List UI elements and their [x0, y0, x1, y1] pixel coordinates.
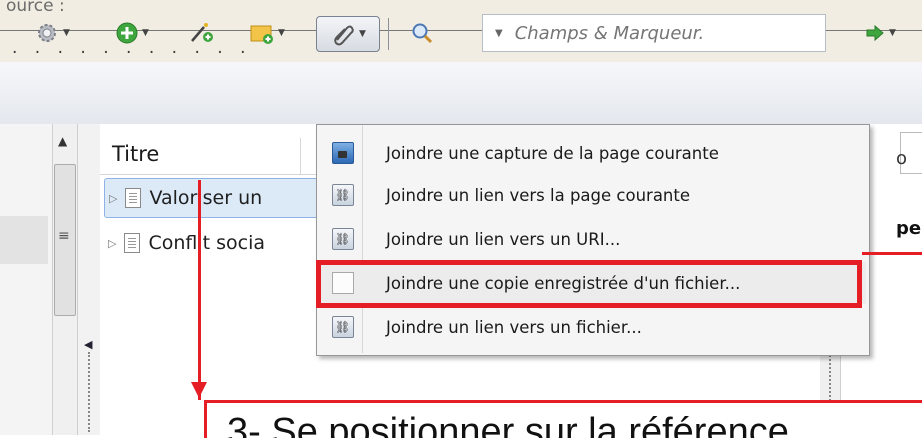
- magnifier-icon: [412, 23, 433, 44]
- search-box[interactable]: ▼: [482, 14, 826, 52]
- scroll-up-icon[interactable]: ▲: [58, 134, 67, 148]
- collapse-arrow-icon[interactable]: ◀: [84, 338, 92, 351]
- table-row[interactable]: ▷ Valoriser un: [104, 178, 326, 218]
- menu-item-link-page[interactable]: Joindre un lien vers la page courante: [318, 174, 866, 216]
- splitter-grip: [88, 352, 92, 432]
- folder-add-icon: [250, 25, 274, 44]
- annotation-line: [862, 252, 922, 255]
- magic-wand-icon: [191, 23, 213, 42]
- locate-button[interactable]: ▼: [850, 16, 910, 50]
- new-note-button[interactable]: [180, 16, 220, 50]
- arrow-down-icon: [191, 382, 207, 398]
- row-title: Valoriser un: [149, 187, 263, 209]
- gear-icon: [38, 24, 57, 42]
- menu-item-label: Joindre un lien vers un fichier...: [386, 317, 642, 337]
- menu-item-label: Joindre une capture de la page courante: [386, 143, 719, 163]
- column-title[interactable]: Titre: [112, 142, 159, 166]
- item-pane-text: o: [896, 148, 908, 169]
- link-icon: [332, 228, 354, 250]
- menu-item-label: Joindre un lien vers la page courante: [386, 185, 691, 205]
- attach-button[interactable]: ▼: [316, 16, 380, 52]
- chevron-down-icon: ▼: [359, 29, 366, 39]
- search-mode-dropdown-icon[interactable]: ▼: [495, 28, 503, 39]
- item-pane-heading: pe: [896, 218, 922, 239]
- green-arrow-icon: [866, 24, 884, 42]
- document-icon: [124, 233, 141, 253]
- paperclip-icon: [334, 25, 354, 46]
- expand-icon[interactable]: ▷: [109, 192, 117, 205]
- menu-item-link-uri[interactable]: Joindre un lien vers un URI...: [318, 218, 866, 260]
- table-row[interactable]: ▷ Conflit socia: [104, 224, 324, 262]
- search-button[interactable]: [404, 16, 440, 50]
- chevron-down-icon: ▼: [142, 28, 149, 38]
- menu-item-attach-snapshot[interactable]: Joindre une capture de la page courante: [318, 132, 866, 174]
- plus-circle-icon: [116, 22, 138, 44]
- selected-collection[interactable]: [0, 216, 48, 264]
- collections-pane: [0, 124, 52, 435]
- new-collection-button[interactable]: ▼: [238, 16, 296, 50]
- callout-text: 3- Se positionner sur la référence: [227, 411, 789, 438]
- toolbar: [0, 62, 922, 125]
- document-icon: [125, 188, 142, 208]
- chevron-down-icon: ▼: [889, 28, 896, 38]
- search-input[interactable]: [514, 22, 815, 44]
- actions-button[interactable]: ▼: [20, 16, 84, 50]
- column-separator[interactable]: [300, 138, 301, 174]
- source-label: ource :: [6, 0, 65, 16]
- row-title: Conflit socia: [148, 232, 266, 254]
- menu-item-label: Joindre un lien vers un URI...: [386, 229, 621, 249]
- chevron-down-icon: ▼: [278, 28, 285, 38]
- camera-icon: [332, 142, 354, 164]
- toolbar-separator: [388, 18, 389, 50]
- menu-item-link-file[interactable]: Joindre un lien vers un fichier...: [318, 306, 866, 348]
- highlight-box: [316, 260, 862, 308]
- link-icon: [332, 316, 354, 338]
- annotation-line: [198, 180, 201, 400]
- chevron-down-icon: ▼: [63, 28, 70, 38]
- expand-icon[interactable]: ▷: [108, 237, 116, 250]
- grip-icon: ≡: [58, 228, 70, 244]
- link-icon: [332, 184, 354, 206]
- new-item-button[interactable]: ▼: [104, 16, 160, 50]
- instruction-callout: 3- Se positionner sur la référence: [204, 400, 922, 438]
